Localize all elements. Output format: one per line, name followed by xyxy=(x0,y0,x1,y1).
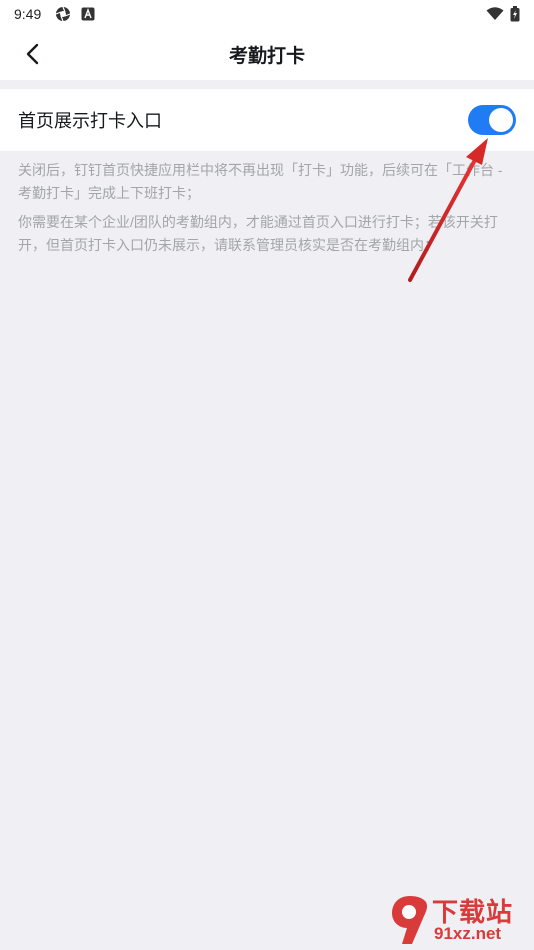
battery-icon xyxy=(510,6,520,22)
setting-label: 首页展示打卡入口 xyxy=(18,111,162,131)
home-checkin-toggle[interactable] xyxy=(468,105,516,135)
watermark-text-bottom: 91xz.net xyxy=(434,924,502,943)
watermark: 下载站 91xz.net xyxy=(390,890,534,950)
chevron-left-icon xyxy=(26,43,39,65)
back-button[interactable] xyxy=(18,40,46,68)
status-icons-right xyxy=(486,6,520,22)
description-text-2: 你需要在某个企业/团队的考勤组内，才能通过首页入口进行打卡；若该开关打开，但首页… xyxy=(18,214,498,253)
watermark-logo xyxy=(392,896,428,944)
description-text-1: 关闭后，钉钉首页快捷应用栏中将不再出现「打卡」功能，后续可在「工作台 - 考勤打… xyxy=(18,162,503,201)
aperture-icon xyxy=(56,6,71,22)
wifi-icon xyxy=(486,7,504,20)
notification-a-icon xyxy=(81,7,95,21)
setting-row-home-checkin-entry: 首页展示打卡入口 xyxy=(0,89,534,151)
status-time: 9:49 xyxy=(14,6,42,22)
status-icons-left xyxy=(55,6,95,22)
nav-bar: 考勤打卡 xyxy=(0,28,534,80)
page-title: 考勤打卡 xyxy=(228,45,305,67)
toggle-knob xyxy=(489,108,513,132)
status-bar: 9:49 xyxy=(0,0,534,28)
